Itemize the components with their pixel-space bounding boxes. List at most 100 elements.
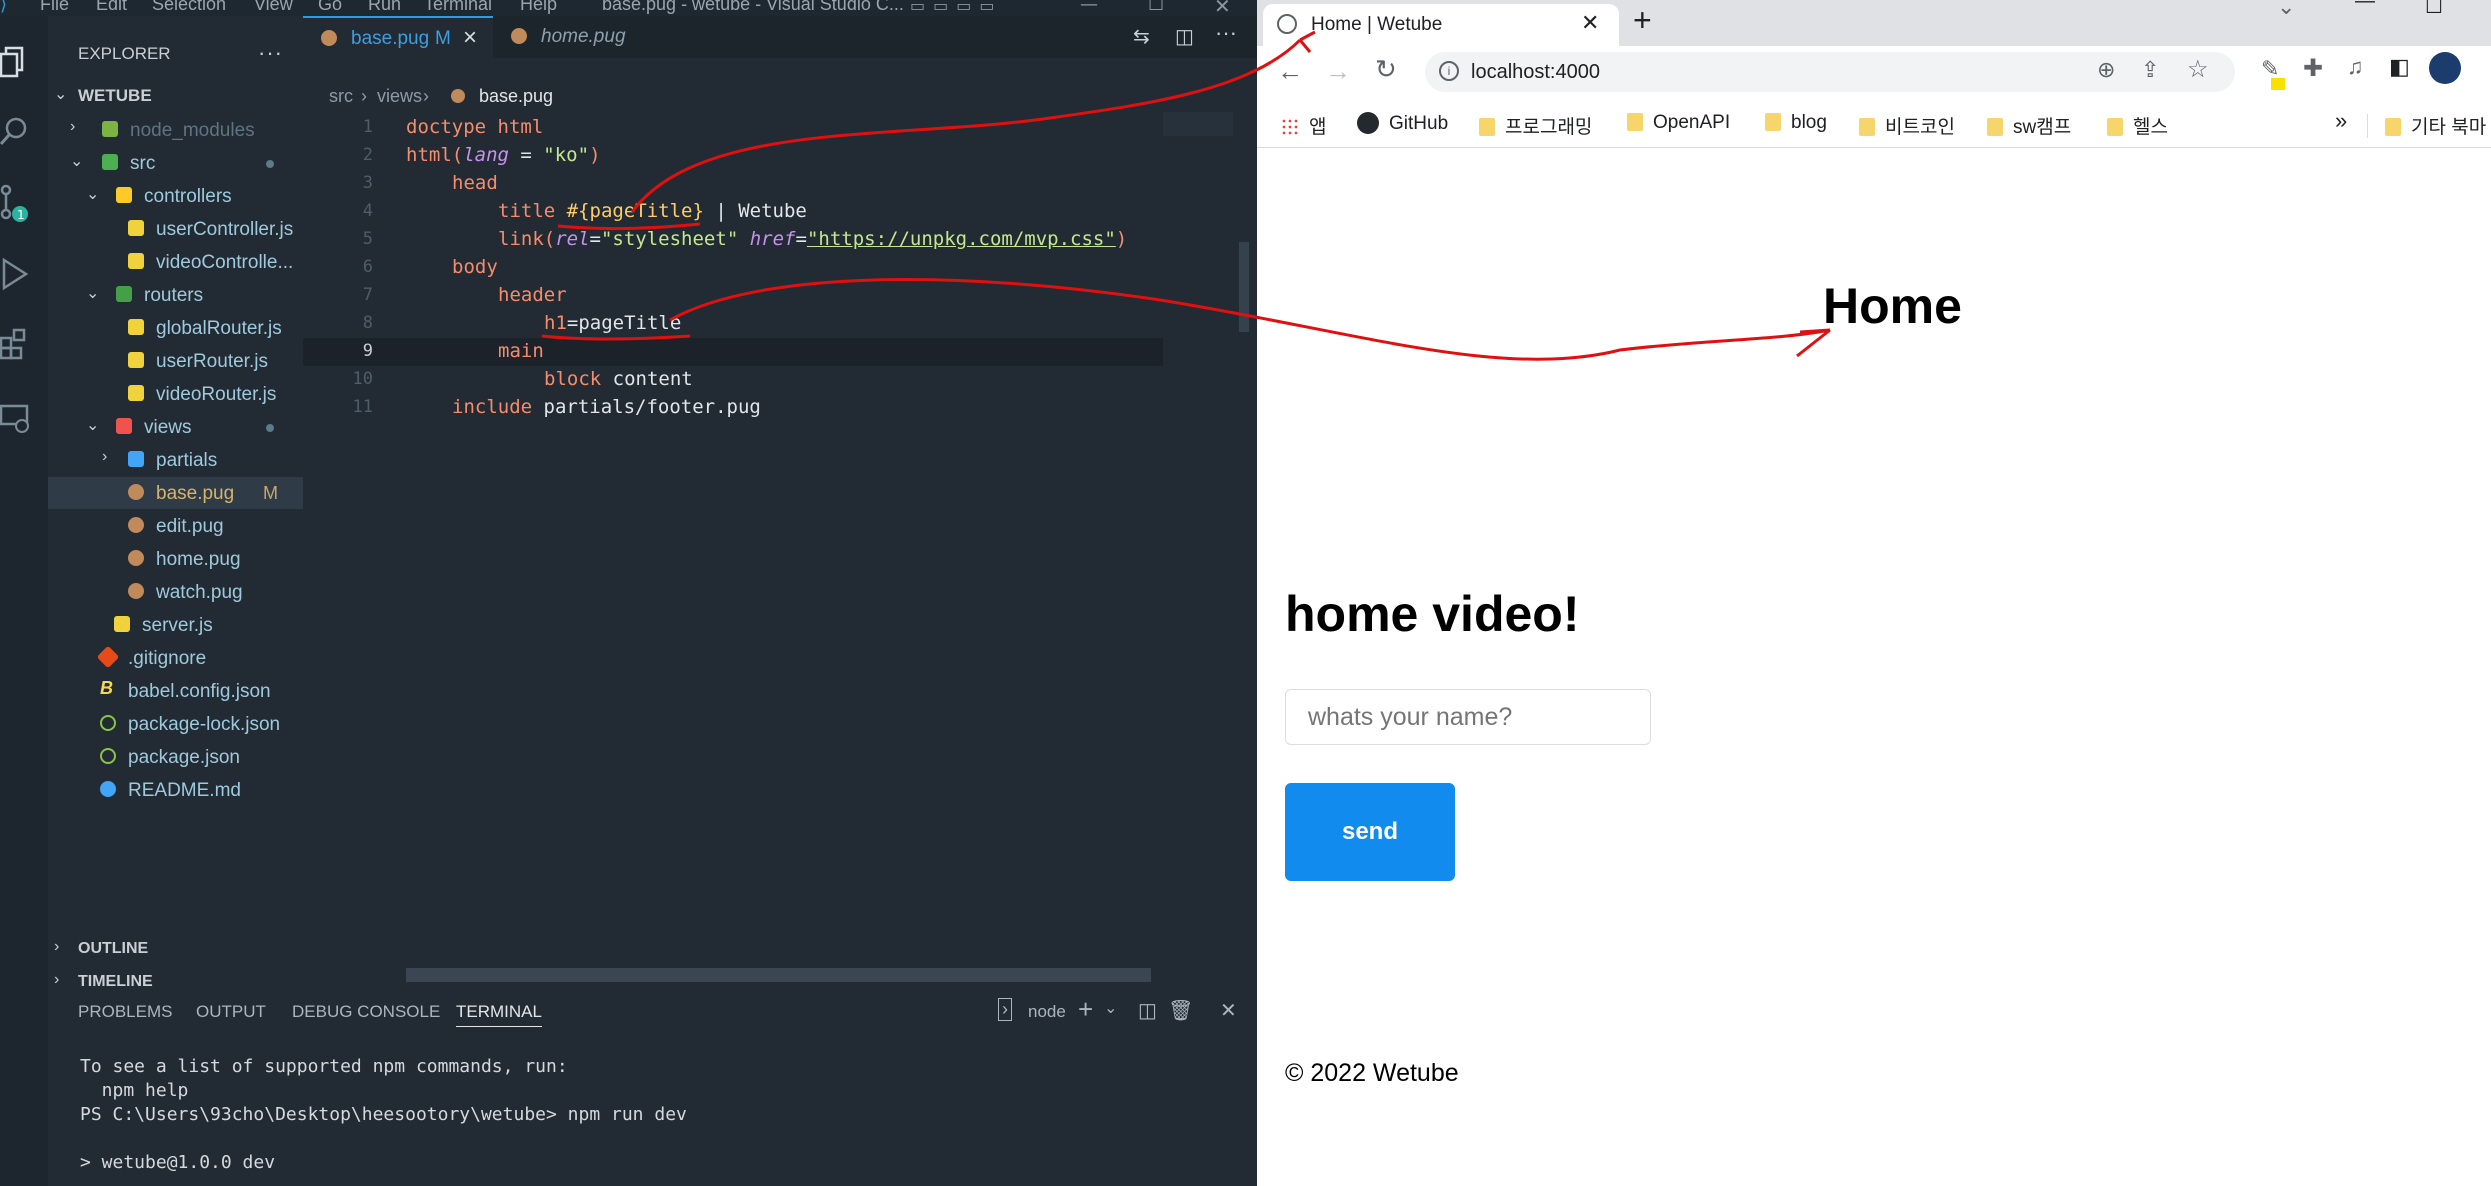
menu-file[interactable]: File [40, 0, 69, 15]
menu-view[interactable]: View [254, 0, 293, 15]
new-tab-button[interactable]: + [1633, 2, 1652, 39]
tree-item-babel-config[interactable]: B babel.config.json [48, 675, 303, 707]
code-token: = [589, 228, 601, 250]
tree-item-base-pug[interactable]: base.pug M [48, 477, 303, 509]
tree-item-usercontroller[interactable]: userController.js [48, 213, 303, 245]
code-token: head [452, 172, 498, 194]
zoom-icon[interactable]: ⊕ [2097, 57, 2115, 83]
forward-icon[interactable]: → [1325, 56, 1351, 87]
chevron-down-icon[interactable]: ⌄ [1104, 998, 1117, 1018]
extensions-icon[interactable]: ✚ [2303, 54, 2323, 83]
tree-item-partials[interactable]: › partials [48, 444, 303, 476]
tab-close-icon[interactable]: × [463, 24, 477, 52]
code-link[interactable]: "https://unpkg.com/mvp.css" [807, 228, 1116, 250]
terminal-shell-label[interactable]: node [1028, 1002, 1066, 1022]
side-panel-icon[interactable]: ◧ [2389, 54, 2410, 80]
tree-item-readme[interactable]: README.md [48, 774, 303, 806]
explorer-icon[interactable] [0, 44, 30, 80]
breadcrumb-src[interactable]: src [329, 86, 353, 107]
terminal-output[interactable]: To see a list of supported npm commands,… [80, 1055, 687, 1175]
breadcrumb-views[interactable]: views [377, 86, 422, 107]
tree-item-watch-pug[interactable]: watch.pug [48, 576, 303, 608]
tree-root[interactable]: ⌄ WETUBE [48, 80, 303, 112]
tree-item-gitignore[interactable]: .gitignore [48, 642, 303, 674]
tree-item-videocontroller[interactable]: videoControlle... [48, 246, 303, 278]
menu-edit[interactable]: Edit [96, 0, 127, 15]
bookmark-programming[interactable]: 프로그래밍 [1479, 112, 1592, 139]
info-icon[interactable]: i [1439, 61, 1459, 81]
horizontal-scrollbar[interactable] [406, 968, 1151, 982]
bookmark-blog[interactable]: blog [1765, 112, 1827, 134]
name-input[interactable] [1285, 689, 1651, 745]
minimap[interactable] [1163, 112, 1233, 136]
search-icon[interactable] [0, 114, 30, 150]
reload-icon[interactable]: ↻ [1375, 54, 1397, 85]
maximize-icon[interactable]: ☐ [1148, 0, 1164, 15]
tree-item-src[interactable]: ⌄ src [48, 147, 303, 179]
menu-run[interactable]: Run [368, 0, 401, 15]
minimize-icon[interactable]: — [2355, 0, 2375, 13]
tree-item-views[interactable]: ⌄ views [48, 411, 303, 443]
tree-item-server-js[interactable]: server.js [48, 609, 303, 641]
address-bar[interactable]: i localhost:4000 ⊕ ⇪ ☆ [1425, 52, 2235, 92]
back-icon[interactable]: ← [1277, 56, 1303, 87]
bookmark-health[interactable]: 헬스 [2107, 112, 2168, 139]
layout-icons[interactable]: ▭▭▭▭ [910, 0, 1002, 15]
panel-tab-problems[interactable]: PROBLEMS [78, 1002, 172, 1022]
tree-item-routers[interactable]: ⌄ routers [48, 279, 303, 311]
menu-terminal[interactable]: Terminal [424, 0, 492, 15]
share-icon[interactable]: ⇪ [2141, 57, 2159, 83]
bookmarks-overflow-button[interactable]: » [2335, 108, 2347, 134]
tree-item-videorouter[interactable]: videoRouter.js [48, 378, 303, 410]
code-editor[interactable]: 1 doctype html 2 html(lang = "ko") 3 hea… [303, 112, 1257, 982]
panel-tab-debug-console[interactable]: DEBUG CONSOLE [292, 1002, 440, 1022]
tree-item-userrouter[interactable]: userRouter.js [48, 345, 303, 377]
tab-close-icon[interactable]: ✕ [1581, 10, 1599, 36]
tab-search-icon[interactable]: ⌄ [2277, 0, 2295, 20]
menu-help[interactable]: Help [520, 0, 557, 15]
bookmark-apps[interactable]: 앱 [1281, 112, 1326, 139]
tree-item-package-json[interactable]: package.json [48, 741, 303, 773]
menu-selection[interactable]: Selection [152, 0, 226, 15]
panel-tab-output[interactable]: OUTPUT [196, 1002, 266, 1022]
minimize-icon[interactable]: — [1080, 0, 1098, 15]
close-panel-icon[interactable]: ✕ [1220, 998, 1237, 1023]
bookmark-swcamp[interactable]: sw캠프 [1987, 112, 2071, 139]
tree-item-node-modules[interactable]: › node_modules [48, 114, 303, 146]
remote-explorer-icon[interactable] [0, 400, 30, 436]
profile-avatar[interactable] [2429, 52, 2461, 84]
compare-changes-icon[interactable]: ⇆ [1133, 24, 1150, 49]
tree-item-home-pug[interactable]: home.pug [48, 543, 303, 575]
folder-icon [1765, 113, 1781, 131]
source-control-icon[interactable]: 1 [0, 184, 30, 222]
bookmark-openapi[interactable]: OpenAPI [1627, 112, 1730, 134]
tree-item-edit-pug[interactable]: edit.pug [48, 510, 303, 542]
browser-tab-active[interactable]: Home | Wetube ✕ [1263, 4, 1619, 46]
extensions-icon[interactable] [0, 326, 30, 362]
new-terminal-icon[interactable]: + [1078, 994, 1093, 1025]
tab-home-pug[interactable]: home.pug [493, 16, 643, 58]
bookmark-star-icon[interactable]: ☆ [2187, 55, 2209, 84]
trash-icon[interactable]: 🗑 [1168, 998, 1193, 1023]
run-debug-icon[interactable] [0, 256, 30, 292]
tree-item-package-lock[interactable]: package-lock.json [48, 708, 303, 740]
vertical-scrollbar[interactable] [1239, 242, 1249, 332]
split-editor-icon[interactable]: ◫ [1175, 24, 1194, 49]
tree-item-globalrouter[interactable]: globalRouter.js [48, 312, 303, 344]
bookmark-bitcoin[interactable]: 비트코인 [1859, 112, 1955, 139]
media-controls-icon[interactable]: ♫ [2347, 54, 2364, 80]
bookmark-other[interactable]: 기타 북마 [2385, 112, 2486, 139]
tree-item-controllers[interactable]: ⌄ controllers [48, 180, 303, 212]
split-terminal-icon[interactable]: ◫ [1138, 998, 1157, 1023]
panel-tab-terminal[interactable]: TERMINAL [456, 1002, 542, 1027]
bookmark-github[interactable]: GitHub [1357, 112, 1448, 135]
more-actions-icon[interactable]: ··· [1215, 20, 1237, 46]
breadcrumb-file[interactable]: base.pug [479, 86, 553, 107]
maximize-icon[interactable]: ☐ [2425, 0, 2443, 19]
menu-go[interactable]: Go [318, 0, 342, 15]
send-button[interactable]: send [1285, 783, 1455, 881]
outline-section[interactable]: › OUTLINE [48, 934, 303, 966]
more-actions-icon[interactable]: ··· [258, 40, 283, 66]
tab-base-pug[interactable]: base.pug M × [303, 16, 493, 58]
code-token: content [601, 368, 693, 390]
